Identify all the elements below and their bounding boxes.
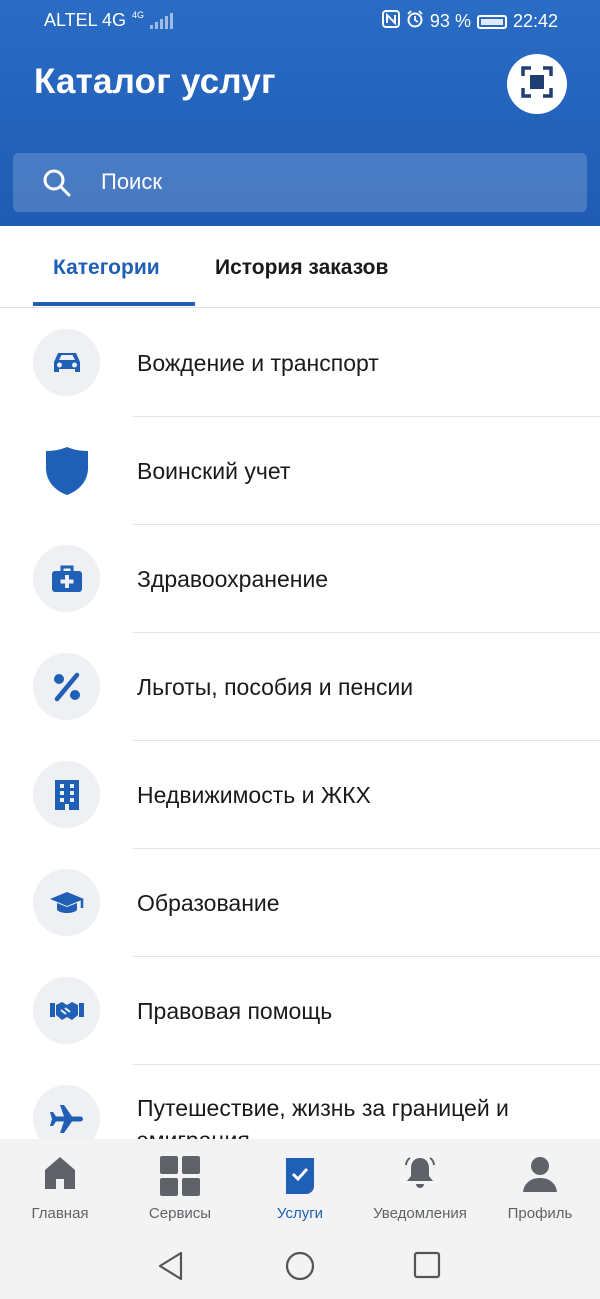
search-input[interactable]: Поиск	[101, 169, 162, 195]
nav-label: Услуги	[276, 1205, 324, 1222]
battery-icon	[476, 14, 507, 29]
category-item-legal[interactable]: Правовая помощь	[0, 957, 600, 1065]
category-item-benefits[interactable]: Льготы, пособия и пенсии	[0, 633, 600, 741]
battery-percent: 93 %	[429, 11, 471, 31]
tab-categories[interactable]: Категории	[53, 256, 160, 280]
nav-label: Главная	[31, 1205, 89, 1222]
category-label: Путешествие, жизнь за границей и эмиграц…	[137, 1095, 509, 1139]
profile-icon	[521, 1155, 559, 1198]
qr-scan-button[interactable]	[507, 54, 567, 114]
network-badge: 4G	[132, 9, 145, 20]
qr-scan-icon	[521, 65, 553, 103]
graduation-cap-icon	[33, 869, 100, 936]
category-list: Вождение и транспорт Воинский учет Здрав…	[0, 309, 600, 1139]
category-item-travel[interactable]: Путешествие, жизнь за границей и эмиграц…	[0, 1065, 600, 1139]
nav-profile[interactable]: Профиль	[480, 1139, 600, 1231]
handshake-icon	[33, 977, 100, 1044]
nav-services[interactable]: Сервисы	[120, 1139, 240, 1231]
back-icon[interactable]	[157, 1251, 185, 1286]
category-label: Правовая помощь	[137, 998, 333, 1024]
home-circle-icon[interactable]	[285, 1251, 315, 1286]
category-label: Недвижимость и ЖКХ	[137, 782, 371, 808]
nav-home[interactable]: Главная	[0, 1139, 120, 1231]
car-icon	[33, 329, 100, 396]
category-item-education[interactable]: Образование	[0, 849, 600, 957]
category-label: Образование	[137, 890, 280, 916]
alarm-icon	[406, 10, 424, 33]
shield-icon	[33, 437, 100, 504]
category-item-military[interactable]: Воинский учет	[0, 417, 600, 525]
category-label: Здравоохранение	[137, 566, 329, 592]
active-tab-indicator	[33, 302, 195, 306]
nav-label: Профиль	[507, 1205, 573, 1222]
bell-icon	[402, 1155, 438, 1196]
nfc-icon	[381, 10, 400, 33]
category-label: Вождение и транспорт	[137, 350, 379, 376]
signal-icon	[150, 12, 174, 29]
category-label: Воинский учет	[137, 458, 291, 484]
medical-kit-icon	[33, 545, 100, 612]
page-title: Каталог услуг	[34, 62, 276, 101]
search-icon	[41, 167, 73, 204]
nav-label: Уведомления	[373, 1205, 467, 1222]
nav-label: Сервисы	[148, 1205, 212, 1222]
airplane-icon	[33, 1085, 100, 1139]
search-bar[interactable]: Поиск	[13, 153, 587, 212]
carrier-label: ALTEL 4G	[44, 10, 127, 30]
tab-bar: Категории История заказов	[0, 226, 600, 308]
building-icon	[33, 761, 100, 828]
category-label: Льготы, пособия и пенсии	[137, 674, 414, 700]
recents-icon[interactable]	[413, 1251, 441, 1284]
services-check-icon	[285, 1155, 315, 1200]
home-icon	[42, 1155, 78, 1196]
nav-notifications[interactable]: Уведомления	[360, 1139, 480, 1231]
grid-icon	[159, 1155, 201, 1202]
status-bar: ALTEL 4G 4G 93 % 22:42	[0, 0, 600, 40]
category-item-health[interactable]: Здравоохранение	[0, 525, 600, 633]
percent-icon	[33, 653, 100, 720]
bottom-navigation: Главная Сервисы Услуги Уведомления Профи…	[0, 1139, 600, 1231]
category-item-realty[interactable]: Недвижимость и ЖКХ	[0, 741, 600, 849]
category-item-transport[interactable]: Вождение и транспорт	[0, 309, 600, 417]
clock: 22:42	[512, 11, 558, 31]
nav-uslugi[interactable]: Услуги	[240, 1139, 360, 1231]
app-header: ALTEL 4G 4G 93 % 22:42 Каталог услуг Пои…	[0, 0, 600, 226]
system-navigation-bar	[0, 1231, 600, 1299]
tab-order-history[interactable]: История заказов	[215, 256, 388, 280]
